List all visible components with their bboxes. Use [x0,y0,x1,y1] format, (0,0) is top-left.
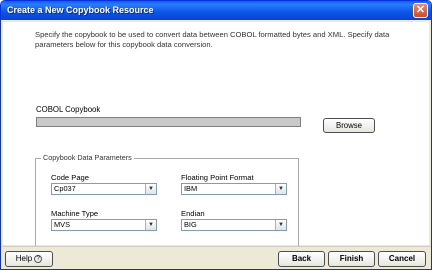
finish-button[interactable]: Finish [328,251,375,267]
title-bar[interactable]: Create a New Copybook Resource ✕ [1,1,431,20]
chevron-down-icon[interactable]: ▼ [275,220,286,230]
button-bar: Help? Back Finish Cancel [1,246,431,269]
group-legend: Copybook Data Parameters [41,153,134,162]
chevron-down-icon[interactable]: ▼ [275,184,286,194]
endian-value: BIG [184,220,197,229]
browse-button[interactable]: Browse [323,118,375,133]
machine-type-value: MVS [54,220,71,229]
cobol-copybook-label: COBOL Copybook [36,105,101,114]
description-text: Specify the copybook to be used to conve… [35,30,390,49]
cancel-button[interactable]: Cancel [378,251,426,267]
dialog-content: Specify the copybook to be used to conve… [3,22,429,253]
copybook-data-parameters-group: Copybook Data Parameters Code Page Cp037… [35,153,299,253]
chevron-down-icon[interactable]: ▼ [145,220,156,230]
help-label: Help [15,254,33,263]
endian-select[interactable]: BIG ▼ [181,219,287,231]
close-icon[interactable]: ✕ [413,3,428,18]
cobol-copybook-field[interactable] [36,117,301,127]
window-title: Create a New Copybook Resource [7,5,154,15]
floating-point-format-label: Floating Point Format [181,173,254,182]
code-page-value: Cp037 [54,184,76,193]
chevron-down-icon[interactable]: ▼ [145,184,156,194]
code-page-select[interactable]: Cp037 ▼ [51,183,157,195]
floating-point-format-value: IBM [184,184,198,193]
floating-point-format-select[interactable]: IBM ▼ [181,183,287,195]
machine-type-label: Machine Type [51,209,99,218]
help-button[interactable]: Help? [5,251,53,267]
machine-type-select[interactable]: MVS ▼ [51,219,157,231]
endian-label: Endian [181,209,205,218]
code-page-label: Code Page [51,173,89,182]
help-icon: ? [34,254,43,263]
dialog-window: Create a New Copybook Resource ✕ Specify… [0,0,432,270]
back-button[interactable]: Back [278,251,325,267]
